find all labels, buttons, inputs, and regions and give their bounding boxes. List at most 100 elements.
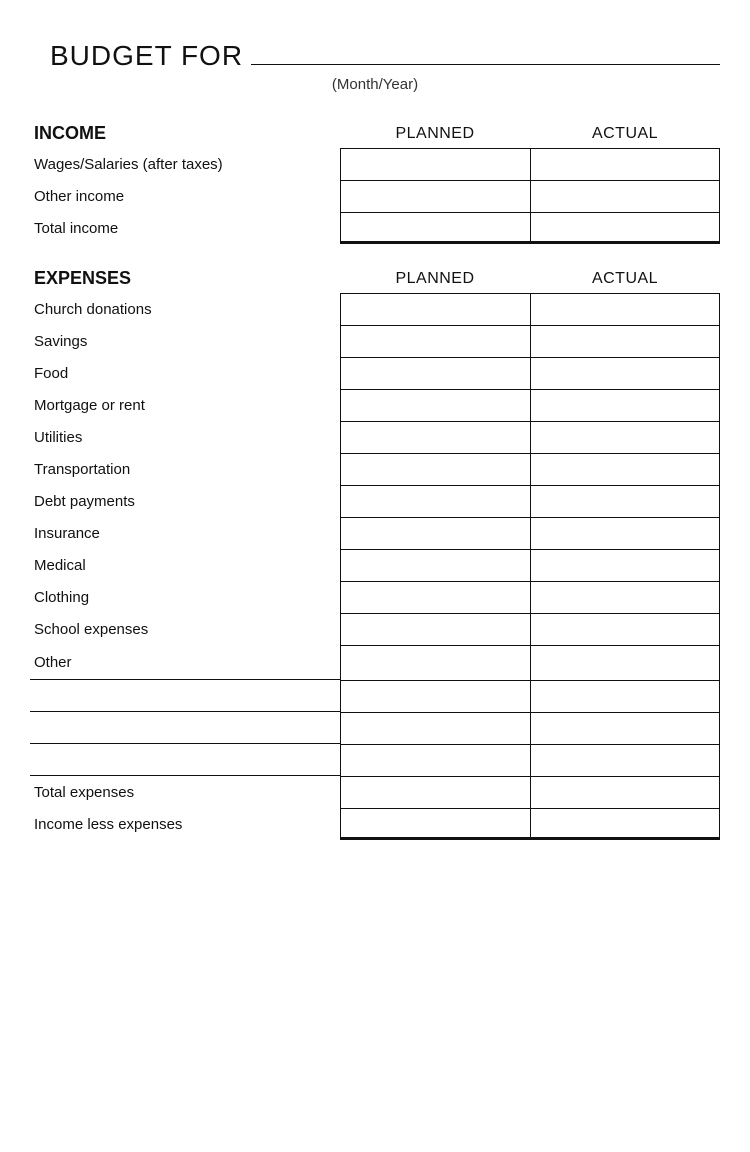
blank-row-2 <box>30 712 720 744</box>
other-data-cells <box>340 645 720 680</box>
blank-actual-1[interactable] <box>531 680 721 712</box>
expenses-table: Church donations Savings <box>30 293 720 840</box>
blank-actual-3[interactable] <box>531 744 721 776</box>
savings-actual-cell[interactable] <box>531 325 721 357</box>
expenses-section: EXPENSES PLANNED ACTUAL Church donations <box>30 268 720 840</box>
mortgage-actual-cell[interactable] <box>531 389 721 421</box>
utilities-label: Utilities <box>30 421 340 453</box>
table-row: Savings <box>30 325 720 357</box>
blank-data-1 <box>340 680 720 712</box>
church-planned-cell[interactable] <box>340 293 531 325</box>
other-actual-cell[interactable] <box>531 645 721 680</box>
medical-data-cells <box>340 549 720 581</box>
medical-planned-cell[interactable] <box>340 549 531 581</box>
blank-data-2 <box>340 712 720 744</box>
table-row: Church donations <box>30 293 720 325</box>
church-actual-cell[interactable] <box>531 293 721 325</box>
month-year-label: (Month/Year) <box>332 76 418 93</box>
savings-planned-cell[interactable] <box>340 325 531 357</box>
debt-planned-cell[interactable] <box>340 485 531 517</box>
page: BUDGET FOR (Month/Year) INCOME PLANNED A… <box>30 40 720 840</box>
wages-label: Wages/Salaries (after taxes) <box>30 148 340 180</box>
income-less-actual-cell[interactable] <box>531 808 721 840</box>
wages-planned-cell[interactable] <box>340 148 531 180</box>
table-row: Food <box>30 357 720 389</box>
blank-label-2 <box>30 712 340 744</box>
insurance-planned-cell[interactable] <box>340 517 531 549</box>
table-row: Debt payments <box>30 485 720 517</box>
expenses-actual-header: ACTUAL <box>530 270 720 288</box>
table-row: Transportation <box>30 453 720 485</box>
savings-data-cells <box>340 325 720 357</box>
utilities-actual-cell[interactable] <box>531 421 721 453</box>
table-row: Utilities <box>30 421 720 453</box>
total-income-data-cells <box>340 212 720 244</box>
blank-actual-2[interactable] <box>531 712 721 744</box>
table-row: School expenses <box>30 613 720 645</box>
school-planned-cell[interactable] <box>340 613 531 645</box>
other-income-actual-cell[interactable] <box>531 180 721 212</box>
income-planned-header: PLANNED <box>340 125 530 143</box>
income-section-label: INCOME <box>30 123 340 144</box>
blank-planned-3[interactable] <box>340 744 531 776</box>
school-expenses-label: School expenses <box>30 613 340 645</box>
total-expenses-label: Total expenses <box>30 776 340 808</box>
total-income-planned-cell[interactable] <box>340 212 531 244</box>
other-income-planned-cell[interactable] <box>340 180 531 212</box>
wages-actual-cell[interactable] <box>531 148 721 180</box>
debt-data-cells <box>340 485 720 517</box>
title-row: BUDGET FOR <box>30 40 720 72</box>
income-col-headers: PLANNED ACTUAL <box>340 125 720 143</box>
other-label: Other <box>30 645 340 680</box>
blank-planned-2[interactable] <box>340 712 531 744</box>
total-expenses-actual-cell[interactable] <box>531 776 721 808</box>
church-data-cells <box>340 293 720 325</box>
mortgage-planned-cell[interactable] <box>340 389 531 421</box>
clothing-label: Clothing <box>30 581 340 613</box>
transportation-data-cells <box>340 453 720 485</box>
food-planned-cell[interactable] <box>340 357 531 389</box>
clothing-actual-cell[interactable] <box>531 581 721 613</box>
blank-planned-1[interactable] <box>340 680 531 712</box>
income-less-expenses-label: Income less expenses <box>30 808 340 840</box>
expenses-section-label: EXPENSES <box>30 268 340 289</box>
blank-label-3 <box>30 744 340 776</box>
food-actual-cell[interactable] <box>531 357 721 389</box>
income-header-row: INCOME PLANNED ACTUAL <box>30 123 720 148</box>
school-actual-cell[interactable] <box>531 613 721 645</box>
table-row: Insurance <box>30 517 720 549</box>
utilities-data-cells <box>340 421 720 453</box>
insurance-label: Insurance <box>30 517 340 549</box>
table-row: Clothing <box>30 581 720 613</box>
income-section: INCOME PLANNED ACTUAL Wages/Salaries (af… <box>30 123 720 244</box>
table-row: Other income <box>30 180 720 212</box>
other-underline-container: Other <box>34 652 80 672</box>
debt-actual-cell[interactable] <box>531 485 721 517</box>
other-income-label: Other income <box>30 180 340 212</box>
transportation-planned-cell[interactable] <box>340 453 531 485</box>
transportation-actual-cell[interactable] <box>531 453 721 485</box>
total-income-label: Total income <box>30 212 340 244</box>
clothing-data-cells <box>340 581 720 613</box>
clothing-planned-cell[interactable] <box>340 581 531 613</box>
total-income-actual-cell[interactable] <box>531 212 721 244</box>
other-planned-cell[interactable] <box>340 645 531 680</box>
table-row: Total expenses <box>30 776 720 808</box>
expenses-header-row: EXPENSES PLANNED ACTUAL <box>30 268 720 293</box>
debt-payments-label: Debt payments <box>30 485 340 517</box>
insurance-actual-cell[interactable] <box>531 517 721 549</box>
savings-label: Savings <box>30 325 340 357</box>
table-row: Income less expenses <box>30 808 720 840</box>
expenses-col-headers: PLANNED ACTUAL <box>340 270 720 288</box>
food-data-cells <box>340 357 720 389</box>
table-row: Medical <box>30 549 720 581</box>
total-expenses-planned-cell[interactable] <box>340 776 531 808</box>
title-underline <box>251 64 720 65</box>
blank-row-3 <box>30 744 720 776</box>
school-data-cells <box>340 613 720 645</box>
expenses-planned-header: PLANNED <box>340 270 530 288</box>
income-less-planned-cell[interactable] <box>340 808 531 840</box>
utilities-planned-cell[interactable] <box>340 421 531 453</box>
mortgage-data-cells <box>340 389 720 421</box>
medical-actual-cell[interactable] <box>531 549 721 581</box>
